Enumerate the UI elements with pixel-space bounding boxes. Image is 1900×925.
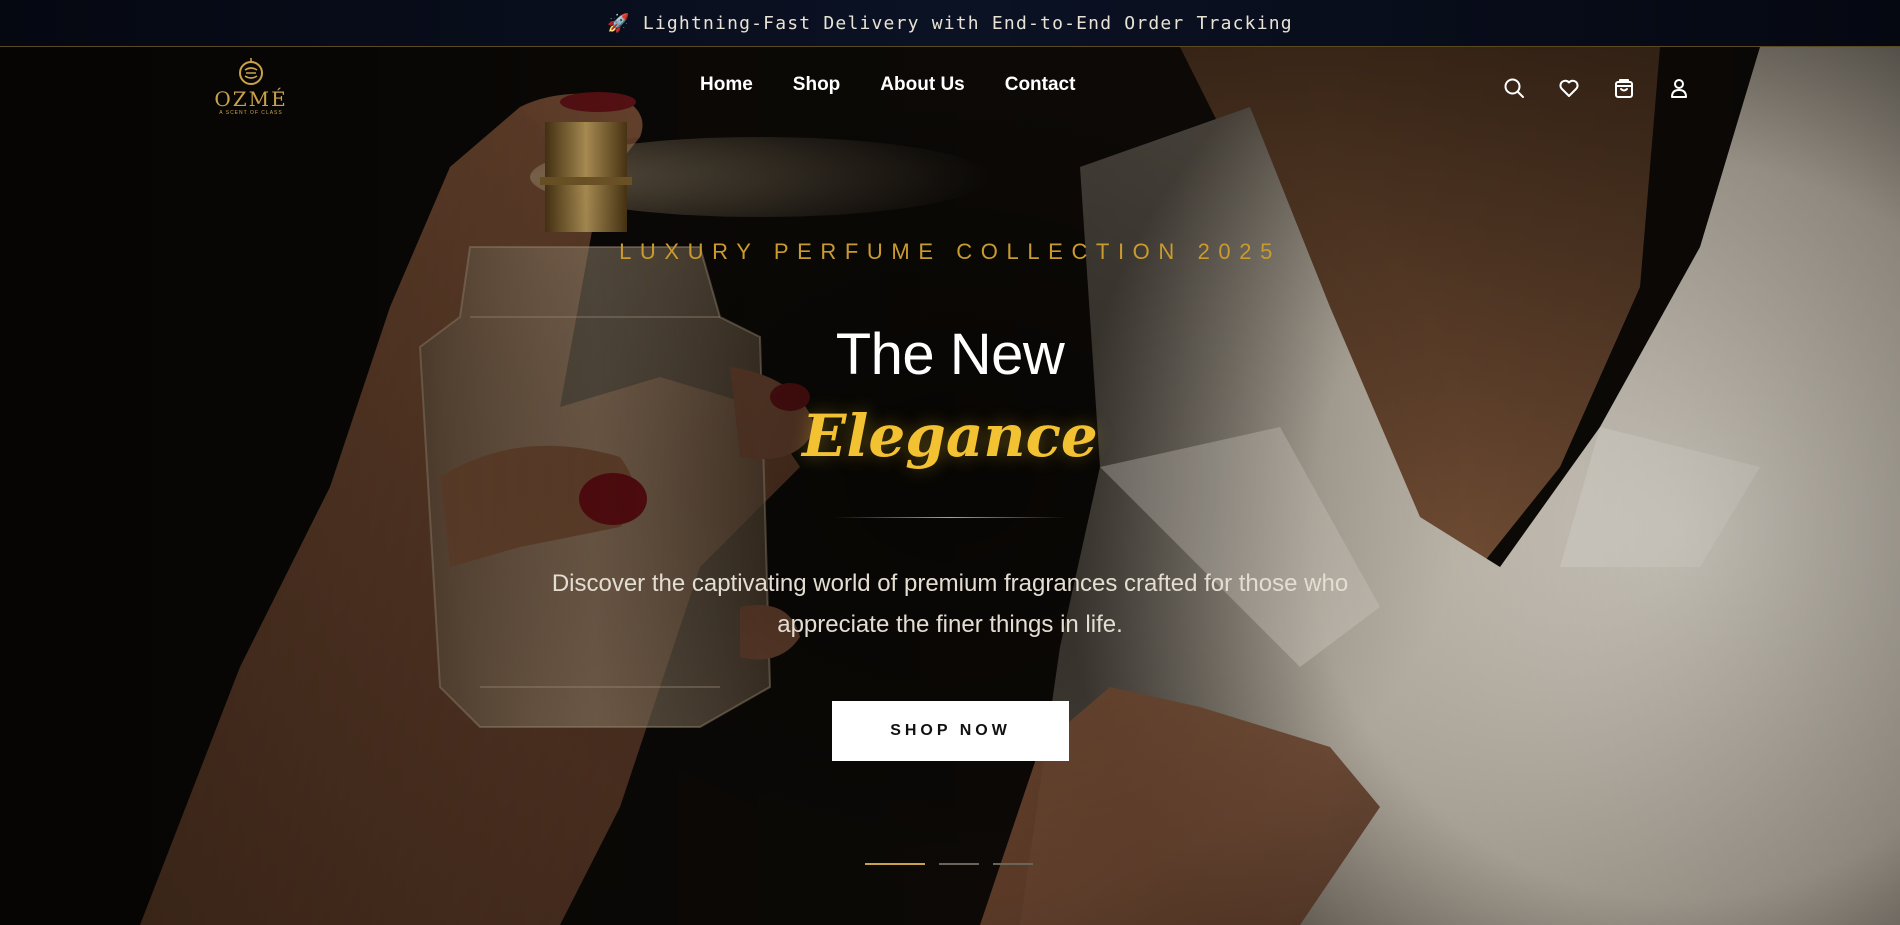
slider-indicators xyxy=(865,863,1047,865)
slide-indicator-3[interactable] xyxy=(993,863,1033,865)
account-button[interactable] xyxy=(1665,74,1693,102)
hero-divider xyxy=(833,517,1067,518)
header-actions xyxy=(1500,74,1693,102)
announcement-text: Lightning-Fast Delivery with End-to-End … xyxy=(642,12,1293,34)
nav-home[interactable]: Home xyxy=(700,73,753,97)
cart-button[interactable] xyxy=(1610,74,1638,102)
nav-shop[interactable]: Shop xyxy=(793,73,841,97)
slide-indicator-1[interactable] xyxy=(865,863,925,865)
hero-eyebrow: LUXURY PERFUME COLLECTION 2025 xyxy=(619,239,1281,264)
nav-contact[interactable]: Contact xyxy=(1005,73,1076,97)
hero-content: LUXURY PERFUME COLLECTION 2025 The New E… xyxy=(0,47,1900,925)
shop-now-button[interactable]: SHOP NOW xyxy=(832,701,1069,761)
brand-logo[interactable]: OZMÉ A SCENT OF CLASS xyxy=(210,57,292,119)
hero-title-line2: Elegance xyxy=(802,402,1098,470)
main-nav: Home Shop About Us Contact xyxy=(700,73,1075,97)
user-icon xyxy=(1671,79,1687,98)
slide-indicator-2[interactable] xyxy=(939,863,979,865)
hero-title-line1: The New xyxy=(835,322,1065,387)
heart-icon xyxy=(1559,79,1579,97)
wishlist-button[interactable] xyxy=(1555,74,1583,102)
hero-description: Discover the captivating world of premiu… xyxy=(551,570,1349,638)
nav-about-us[interactable]: About Us xyxy=(880,73,964,97)
announcement-bar: 🚀 Lightning-Fast Delivery with End-to-En… xyxy=(0,0,1900,47)
logo-tagline: A SCENT OF CLASS xyxy=(219,110,283,116)
rocket-icon: 🚀 xyxy=(607,12,631,34)
search-button[interactable] xyxy=(1500,74,1528,102)
logo-emblem-icon xyxy=(239,58,263,85)
search-icon xyxy=(1504,78,1524,98)
shopping-bag-icon xyxy=(1615,79,1633,98)
logo-wordmark: OZMÉ xyxy=(214,87,288,111)
